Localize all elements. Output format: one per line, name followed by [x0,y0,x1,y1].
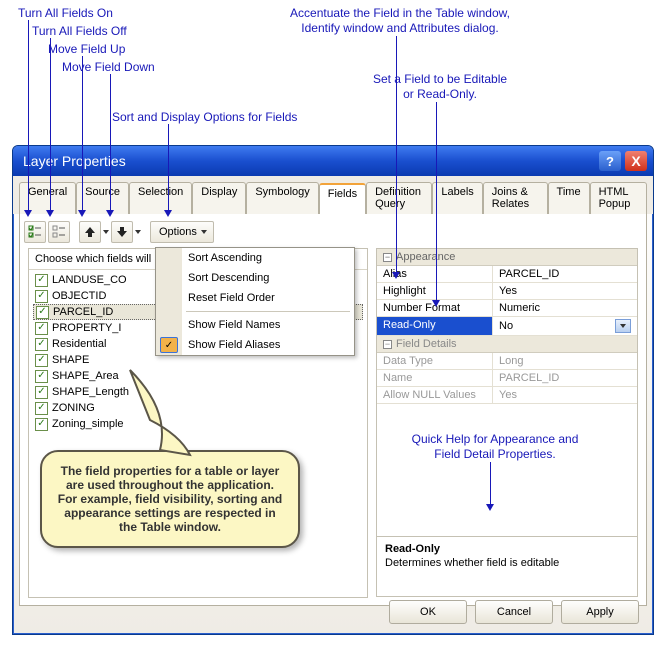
read-only-label: Read-Only [377,317,492,335]
name-label: Name [377,370,492,386]
field-label: OBJECTID [52,290,106,302]
menu-reset-order[interactable]: Reset Field Order [156,288,354,308]
data-type-label: Data Type [377,353,492,369]
menu-sort-ascending[interactable]: Sort Ascending [156,248,354,268]
field-item[interactable]: ✓ SHAPE_Area [33,368,363,384]
checkbox-icon[interactable]: ✓ [35,370,48,383]
apply-button[interactable]: Apply [561,600,639,624]
name-value: PARCEL_ID [492,370,637,386]
field-label: PROPERTY_I [52,322,122,334]
close-button[interactable]: X [625,151,647,171]
chevron-down-icon [201,230,207,234]
checkbox-icon[interactable]: ✓ [36,306,49,319]
field-label: LANDUSE_CO [52,274,127,286]
tab-general[interactable]: General [19,182,76,214]
dropdown-button[interactable] [615,319,631,333]
dialog-title: Layer Properties [23,153,126,169]
checkbox-icon[interactable]: ✓ [35,290,48,303]
quick-help-box: Read-Only Determines whether field is ed… [377,536,637,596]
data-type-value: Long [492,353,637,369]
tab-symbology[interactable]: Symbology [246,182,318,214]
layer-properties-dialog: Layer Properties ? X General Source Sele… [12,145,654,635]
options-menu: Sort Ascending Sort Descending Reset Fie… [155,247,355,356]
tab-labels[interactable]: Labels [432,182,482,214]
tab-html-popup[interactable]: HTML Popup [590,182,647,214]
field-label: SHAPE_Length [52,386,129,398]
field-label: SHAPE_Area [52,370,119,382]
options-button[interactable]: Options [150,221,214,243]
help-button[interactable]: ? [599,151,621,171]
field-label: Zoning_simple [52,418,124,430]
alias-value[interactable]: PARCEL_ID [492,266,637,282]
number-format-label: Number Format [377,300,492,316]
annotation-set-editable: Set a Field to be Editable or Read-Only. [340,72,540,102]
collapse-icon: − [383,253,392,262]
annotation-move-down: Move Field Down [62,60,155,75]
all-fields-on-button[interactable] [24,221,46,243]
move-down-button[interactable] [111,221,133,243]
tab-display[interactable]: Display [192,182,246,214]
help-title: Read-Only [385,543,629,555]
allow-null-label: Allow NULL Values [377,387,492,403]
tab-time[interactable]: Time [548,182,590,214]
menu-sort-descending[interactable]: Sort Descending [156,268,354,288]
annotation-all-on: Turn All Fields On [18,6,113,21]
field-label: Residential [52,338,106,350]
read-only-value[interactable]: No [492,317,637,335]
field-label: ZONING [52,402,95,414]
titlebar: Layer Properties ? X [13,146,653,176]
checklist-on-icon [28,225,42,239]
checkbox-icon[interactable]: ✓ [35,338,48,351]
all-fields-off-button[interactable] [48,221,70,243]
fields-toolbar: Options [24,220,214,244]
field-details-group-header[interactable]: −Field Details [377,336,637,353]
move-up-split[interactable] [103,230,109,234]
menu-show-field-names[interactable]: Show Field Names [156,315,354,335]
options-label: Options [159,226,197,238]
field-label: PARCEL_ID [53,306,113,318]
tab-row: General Source Selection Display Symbolo… [13,176,653,214]
menu-show-field-aliases[interactable]: ✓ Show Field Aliases [156,335,354,355]
checkbox-icon[interactable]: ✓ [35,402,48,415]
annotation-move-up: Move Field Up [48,42,125,57]
annotation-accentuate: Accentuate the Field in the Table window… [270,6,530,36]
arrow-down-icon [116,226,128,238]
tab-selection[interactable]: Selection [129,182,192,214]
field-item[interactable]: ✓ SHAPE_Length [33,384,363,400]
tab-fields[interactable]: Fields [319,183,366,215]
dialog-buttons: OK Cancel Apply [389,600,639,624]
highlight-value[interactable]: Yes [492,283,637,299]
cancel-button[interactable]: Cancel [475,600,553,624]
ok-button[interactable]: OK [389,600,467,624]
allow-null-value: Yes [492,387,637,403]
move-up-button[interactable] [79,221,101,243]
alias-label: Alias [377,266,492,282]
checkbox-icon[interactable]: ✓ [35,274,48,287]
collapse-icon: − [383,340,392,349]
checkbox-icon[interactable]: ✓ [35,322,48,335]
highlight-label: Highlight [377,283,492,299]
annotation-all-off: Turn All Fields Off [32,24,127,39]
arrow-up-icon [84,226,96,238]
annotation-sort-opts: Sort and Display Options for Fields [112,110,297,125]
field-properties-pane: −Appearance AliasPARCEL_ID HighlightYes … [376,248,638,597]
check-icon: ✓ [160,337,178,353]
chevron-down-icon [620,324,626,328]
field-label: SHAPE [52,354,89,366]
menu-show-aliases-label: Show Field Aliases [188,339,280,351]
move-down-split[interactable] [135,230,141,234]
checkbox-icon[interactable]: ✓ [35,418,48,431]
number-format-value[interactable]: Numeric [492,300,637,316]
checkbox-icon[interactable]: ✓ [35,354,48,367]
help-body: Determines whether field is editable [385,557,629,569]
checkbox-icon[interactable]: ✓ [35,386,48,399]
tab-definition-query[interactable]: Definition Query [366,182,432,214]
tab-source[interactable]: Source [76,182,129,214]
checklist-off-icon [52,225,66,239]
appearance-group-header[interactable]: −Appearance [377,249,637,266]
tab-joins-relates[interactable]: Joins & Relates [483,182,548,214]
